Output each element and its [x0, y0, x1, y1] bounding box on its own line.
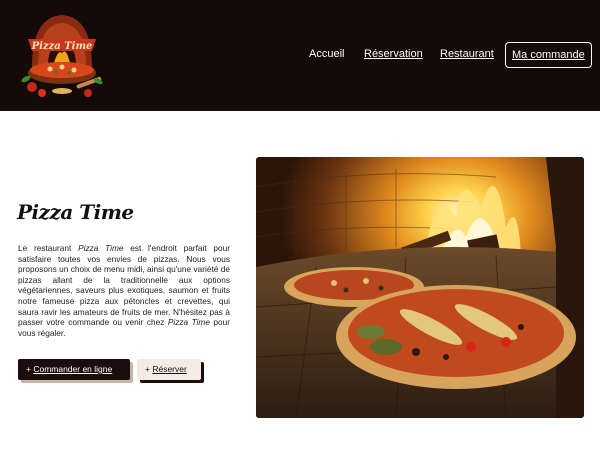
- intro-paragraph: Le restaurant Pizza Time est l'endroit p…: [18, 243, 230, 338]
- nav-link-restaurant[interactable]: Restaurant: [440, 48, 494, 60]
- site-header: Pizza Time Accueil Réservation Restauran…: [0, 0, 600, 111]
- page-title: Pizza Time: [17, 200, 134, 224]
- intro-text-2: est l'endroit parfait pour satisfaire to…: [18, 243, 230, 328]
- order-online-label: Commander en ligne: [33, 364, 113, 374]
- nav-link-reservation[interactable]: Réservation: [364, 48, 423, 60]
- intro-brand-1: Pizza Time: [78, 243, 124, 253]
- main-nav: Accueil Réservation Restaurant Ma comman…: [0, 0, 600, 111]
- nav-button-ma-commande[interactable]: Ma commande: [505, 42, 592, 68]
- intro-brand-2: Pizza Time: [167, 317, 210, 328]
- order-online-button[interactable]: + Commander en ligne: [18, 359, 130, 380]
- pizza-oven-photo: [256, 157, 584, 418]
- reserve-button[interactable]: + Réserver: [137, 359, 201, 380]
- nav-link-accueil[interactable]: Accueil: [309, 48, 344, 60]
- reserve-label: Réserver: [152, 364, 187, 374]
- intro-text-1: Le restaurant: [18, 243, 79, 253]
